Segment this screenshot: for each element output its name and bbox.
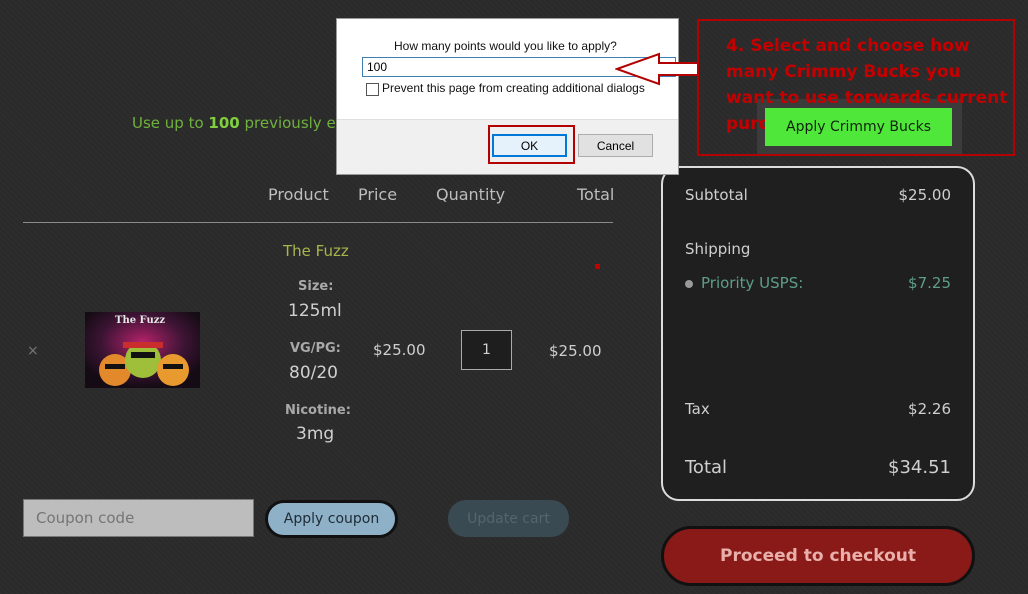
nicotine-value: 3mg [296,424,335,444]
product-name-link[interactable]: The Fuzz [283,242,349,260]
subtotal-value: $25.00 [898,186,952,204]
proceed-to-checkout-button[interactable]: Proceed to checkout [661,526,975,586]
notice-prefix: Use up to [132,114,209,132]
tax-label: Tax [685,400,710,418]
subtotal-label: Subtotal [685,186,748,204]
nicotine-label: Nicotine: [285,403,351,418]
product-thumbnail[interactable]: The Fuzz [85,312,200,388]
dialog-prompt: How many points would you like to apply? [394,39,617,53]
shipping-label: Shipping [685,240,751,258]
total-value: $34.51 [888,457,951,478]
header-total: Total [577,185,615,204]
cart-totals-panel: Subtotal $25.00 Shipping Priority USPS: … [661,166,975,501]
thumb-label: The Fuzz [115,315,166,326]
shipping-value: $7.25 [908,274,951,292]
update-cart-button[interactable]: Update cart [448,500,569,537]
apply-crimmy-bucks-button[interactable]: Apply Crimmy Bucks [765,108,952,146]
vgpg-label: VG/PG: [290,341,341,356]
remove-item-button[interactable]: × [27,343,39,359]
shipping-radio[interactable] [685,280,693,288]
header-price: Price [358,185,398,204]
dialog-cancel-button[interactable]: Cancel [578,134,653,157]
prevent-dialogs-label: Prevent this page from creating addition… [382,81,645,95]
apply-coupon-button[interactable]: Apply coupon [265,500,398,538]
annotation-arrow-icon [615,52,699,86]
total-label: Total [685,457,728,478]
header-quantity: Quantity [436,185,506,204]
vgpg-value: 80/20 [289,363,338,383]
points-notice: Use up to 100 previously ear [132,114,351,132]
tax-value: $2.26 [908,400,951,418]
notice-points: 100 [208,114,240,132]
quantity-input[interactable] [461,330,512,370]
size-label: Size: [298,279,334,294]
marker-dot [595,264,600,269]
header-divider [23,222,613,223]
shipping-method[interactable]: Priority USPS: [701,274,803,292]
notice-suffix: previously ear [239,114,352,132]
item-total: $25.00 [549,342,602,360]
dialog-ok-button[interactable]: OK [492,134,567,157]
size-value: 125ml [288,301,342,321]
coupon-code-input[interactable] [23,499,254,537]
item-price: $25.00 [373,341,426,359]
points-prompt-dialog: How many points would you like to apply?… [336,18,679,175]
prevent-dialogs-checkbox[interactable] [366,83,379,96]
header-product: Product [268,185,329,204]
